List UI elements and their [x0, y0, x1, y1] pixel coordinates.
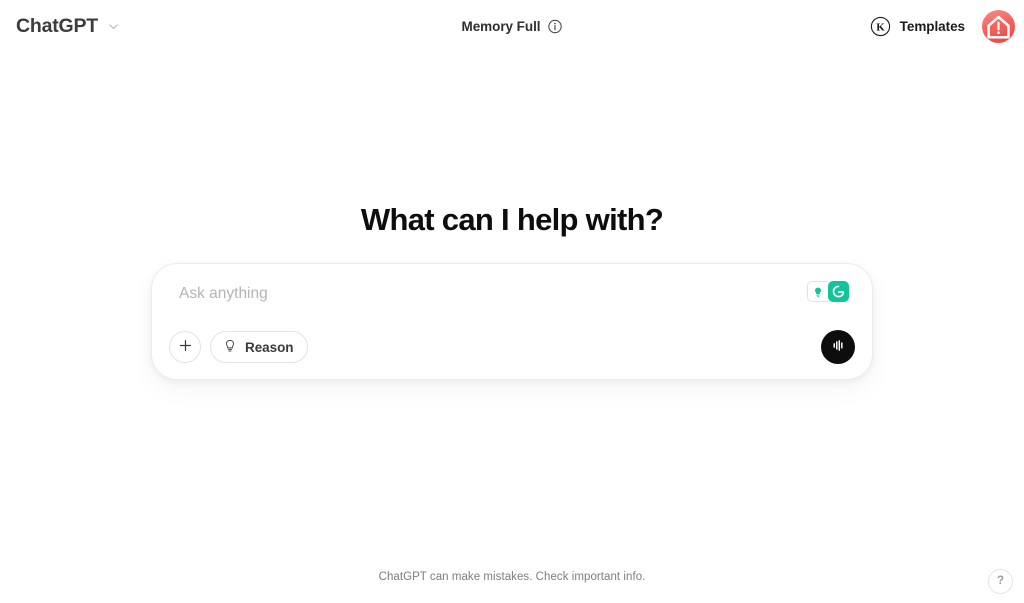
lightbulb-icon	[222, 338, 238, 357]
grammarly-lightbulb-icon[interactable]	[807, 281, 828, 303]
grammarly-g-icon[interactable]	[828, 281, 849, 303]
brand-label: ChatGPT	[16, 15, 99, 37]
add-attachment-button[interactable]	[169, 331, 201, 364]
page-title: What can I help with?	[360, 202, 664, 237]
composer-toolbar: Reason	[169, 330, 855, 365]
voice-mode-button[interactable]	[821, 330, 855, 365]
templates-button[interactable]: K Templates	[866, 13, 969, 40]
composer-input-row	[169, 281, 855, 306]
info-circle-icon[interactable]	[547, 19, 562, 34]
avatar[interactable]	[982, 10, 1015, 43]
disclaimer-text: ChatGPT can make mistakes. Check importa…	[378, 571, 646, 583]
composer: Reason	[151, 263, 873, 381]
memory-status-label: Memory Full	[461, 19, 541, 34]
top-bar: ChatGPT Memory Full K Templates	[0, 0, 1024, 53]
prompt-input[interactable]	[179, 283, 807, 306]
circled-k-icon: K	[870, 16, 891, 37]
reason-button[interactable]: Reason	[210, 331, 309, 364]
grammarly-widget	[807, 281, 849, 303]
composer-left-tools: Reason	[169, 331, 309, 364]
reason-label: Reason	[245, 339, 294, 355]
help-question-icon: ?	[996, 574, 1005, 587]
chatgpt-model-switcher[interactable]: ChatGPT	[8, 10, 128, 43]
plus-icon	[177, 337, 194, 357]
voice-waveform-icon	[829, 336, 848, 358]
chevron-down-icon	[107, 20, 120, 33]
main-stage: What can I help with? Ask anything Reaso…	[0, 53, 1024, 548]
svg-text:K: K	[876, 21, 885, 33]
templates-label: Templates	[899, 19, 965, 34]
memory-full-indicator[interactable]: Memory Full	[462, 19, 563, 34]
top-bar-right-group: K Templates	[866, 10, 1015, 43]
help-button[interactable]: ?	[988, 569, 1013, 594]
